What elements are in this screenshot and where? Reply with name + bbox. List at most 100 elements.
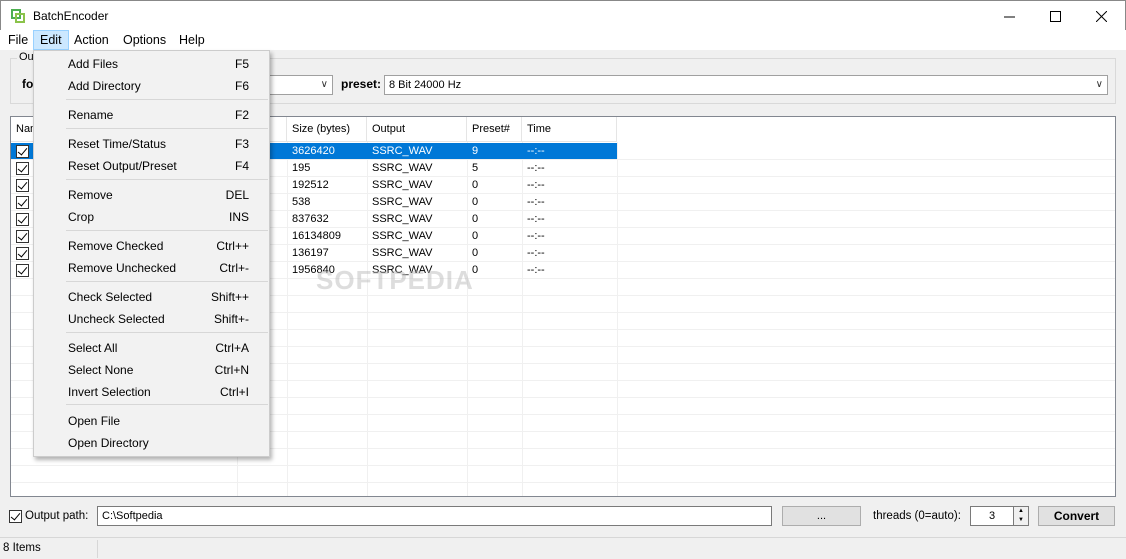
cell-time: --:-- [527, 162, 545, 174]
menu-item-shortcut: F5 [234, 57, 249, 71]
cell-size: 837632 [292, 213, 329, 225]
menu-item-select-none[interactable]: Select None Ctrl+N [34, 359, 269, 381]
menu-item-label: Check Selected [68, 290, 153, 304]
menu-edit[interactable]: Edit [33, 30, 69, 50]
menu-item-open-directory[interactable]: Open Directory [34, 432, 269, 454]
row-checkbox[interactable] [16, 264, 29, 277]
cell-preset: 0 [472, 196, 479, 208]
cell-size: 192512 [292, 179, 329, 191]
menu-item-check-selected[interactable]: Check Selected Shift++ [34, 286, 269, 308]
window-title: BatchEncoder [33, 9, 109, 23]
convert-button[interactable]: Convert [1038, 506, 1115, 526]
menu-file[interactable]: File [2, 30, 34, 50]
menu-item-label: Add Directory [68, 79, 141, 93]
cell-time: --:-- [527, 179, 545, 191]
row-checkbox[interactable] [16, 247, 29, 260]
menu-item-add-files[interactable]: Add Files F5 [34, 53, 269, 75]
status-separator [97, 540, 98, 558]
cell-preset: 5 [472, 162, 479, 174]
row-checkbox[interactable] [16, 213, 29, 226]
menu-item-label: Select All [68, 341, 118, 355]
menu-item-add-directory[interactable]: Add Directory F6 [34, 75, 269, 97]
threads-spinner[interactable]: ▲ ▼ [1013, 506, 1029, 526]
menu-item-label: Add Files [68, 57, 119, 71]
maximize-icon [1049, 10, 1061, 22]
status-bar: 8 Items [0, 537, 1126, 559]
browse-button[interactable]: ... [782, 506, 861, 526]
menu-item-shortcut: Ctrl+I [219, 385, 249, 399]
row-checkbox[interactable] [16, 196, 29, 209]
cell-size: 136197 [292, 247, 329, 259]
preset-combo[interactable]: 8 Bit 24000 Hz ∨ [384, 75, 1108, 95]
close-button[interactable] [1078, 1, 1124, 31]
output-path-label: Output path: [25, 510, 89, 522]
menu-item-remove-checked[interactable]: Remove Checked Ctrl++ [34, 235, 269, 257]
menu-item-label: Crop [68, 210, 95, 224]
column-time[interactable]: Time [522, 117, 617, 142]
row-checkbox[interactable] [16, 145, 29, 158]
maximize-button[interactable] [1032, 1, 1078, 31]
edit-menu-dropdown: Add Files F5 Add Directory F6 Rename F2 Reset … [33, 50, 270, 457]
menu-item-label: Open Directory [68, 436, 149, 450]
menu-separator [66, 128, 268, 129]
minimize-button[interactable] [986, 1, 1032, 31]
menu-item-crop[interactable]: Crop INS [34, 206, 269, 228]
cell-time: --:-- [527, 196, 545, 208]
row-checkbox[interactable] [16, 162, 29, 175]
row-checkbox[interactable] [16, 179, 29, 192]
menu-item-remove-unchecked[interactable]: Remove Unchecked Ctrl+- [34, 257, 269, 279]
menu-item-label: Invert Selection [68, 385, 151, 399]
menu-separator [66, 230, 268, 231]
cell-output: SSRC_WAV [372, 162, 433, 174]
row-checkbox[interactable] [16, 230, 29, 243]
grid-line [11, 465, 1115, 466]
cell-preset: 0 [472, 264, 479, 276]
grid-line [617, 142, 618, 496]
threads-label: threads (0=auto): [873, 510, 961, 522]
spin-down-icon[interactable]: ▼ [1014, 516, 1028, 525]
menu-item-reset-time-status[interactable]: Reset Time/Status F3 [34, 133, 269, 155]
menu-item-rename[interactable]: Rename F2 [34, 104, 269, 126]
cell-output: SSRC_WAV [372, 247, 433, 259]
format-label: fo [22, 77, 34, 91]
cell-preset: 9 [472, 145, 479, 157]
menu-item-shortcut: F2 [234, 108, 249, 122]
threads-input[interactable]: 3 [970, 506, 1014, 526]
menu-item-label: Select None [68, 363, 134, 377]
menu-item-remove[interactable]: Remove DEL [34, 184, 269, 206]
menu-item-shortcut: F6 [234, 79, 249, 93]
cell-preset: 0 [472, 179, 479, 191]
menu-item-shortcut: Ctrl+A [215, 341, 249, 355]
cell-size: 195 [292, 162, 311, 174]
cell-preset: 0 [472, 213, 479, 225]
menu-item-label: Open File [68, 414, 121, 428]
output-path-input[interactable]: C:\Softpedia [97, 506, 772, 526]
grid-line [11, 482, 1115, 483]
menu-action[interactable]: Action [68, 30, 115, 50]
menu-item-shortcut: F4 [234, 159, 249, 173]
cell-time: --:-- [527, 247, 545, 259]
menu-item-label: Remove [68, 188, 113, 202]
cell-size: 16134809 [292, 230, 341, 242]
column-size[interactable]: Size (bytes) [287, 117, 367, 142]
menu-item-uncheck-selected[interactable]: Uncheck Selected Shift+- [34, 308, 269, 330]
cell-output: SSRC_WAV [372, 179, 433, 191]
menu-item-select-all[interactable]: Select All Ctrl+A [34, 337, 269, 359]
menu-bar: File Edit Action Options Help [0, 30, 1126, 50]
cell-time: --:-- [527, 213, 545, 225]
menu-item-open-file[interactable]: Open File [34, 410, 269, 432]
minimize-icon [1003, 16, 1015, 17]
menu-item-label: Remove Checked [68, 239, 164, 253]
title-bar: BatchEncoder [0, 0, 1126, 30]
column-preset[interactable]: Preset# [467, 117, 522, 142]
output-path-checkbox[interactable] [9, 510, 22, 523]
preset-label: preset: [341, 77, 382, 91]
menu-help[interactable]: Help [173, 30, 211, 50]
menu-options[interactable]: Options [117, 30, 172, 50]
menu-item-reset-output-preset[interactable]: Reset Output/Preset F4 [34, 155, 269, 177]
menu-item-shortcut: Shift++ [210, 290, 249, 304]
menu-item-invert-selection[interactable]: Invert Selection Ctrl+I [34, 381, 269, 403]
spin-up-icon[interactable]: ▲ [1014, 507, 1028, 516]
menu-item-shortcut: Shift+- [213, 312, 249, 326]
column-output[interactable]: Output [367, 117, 467, 142]
